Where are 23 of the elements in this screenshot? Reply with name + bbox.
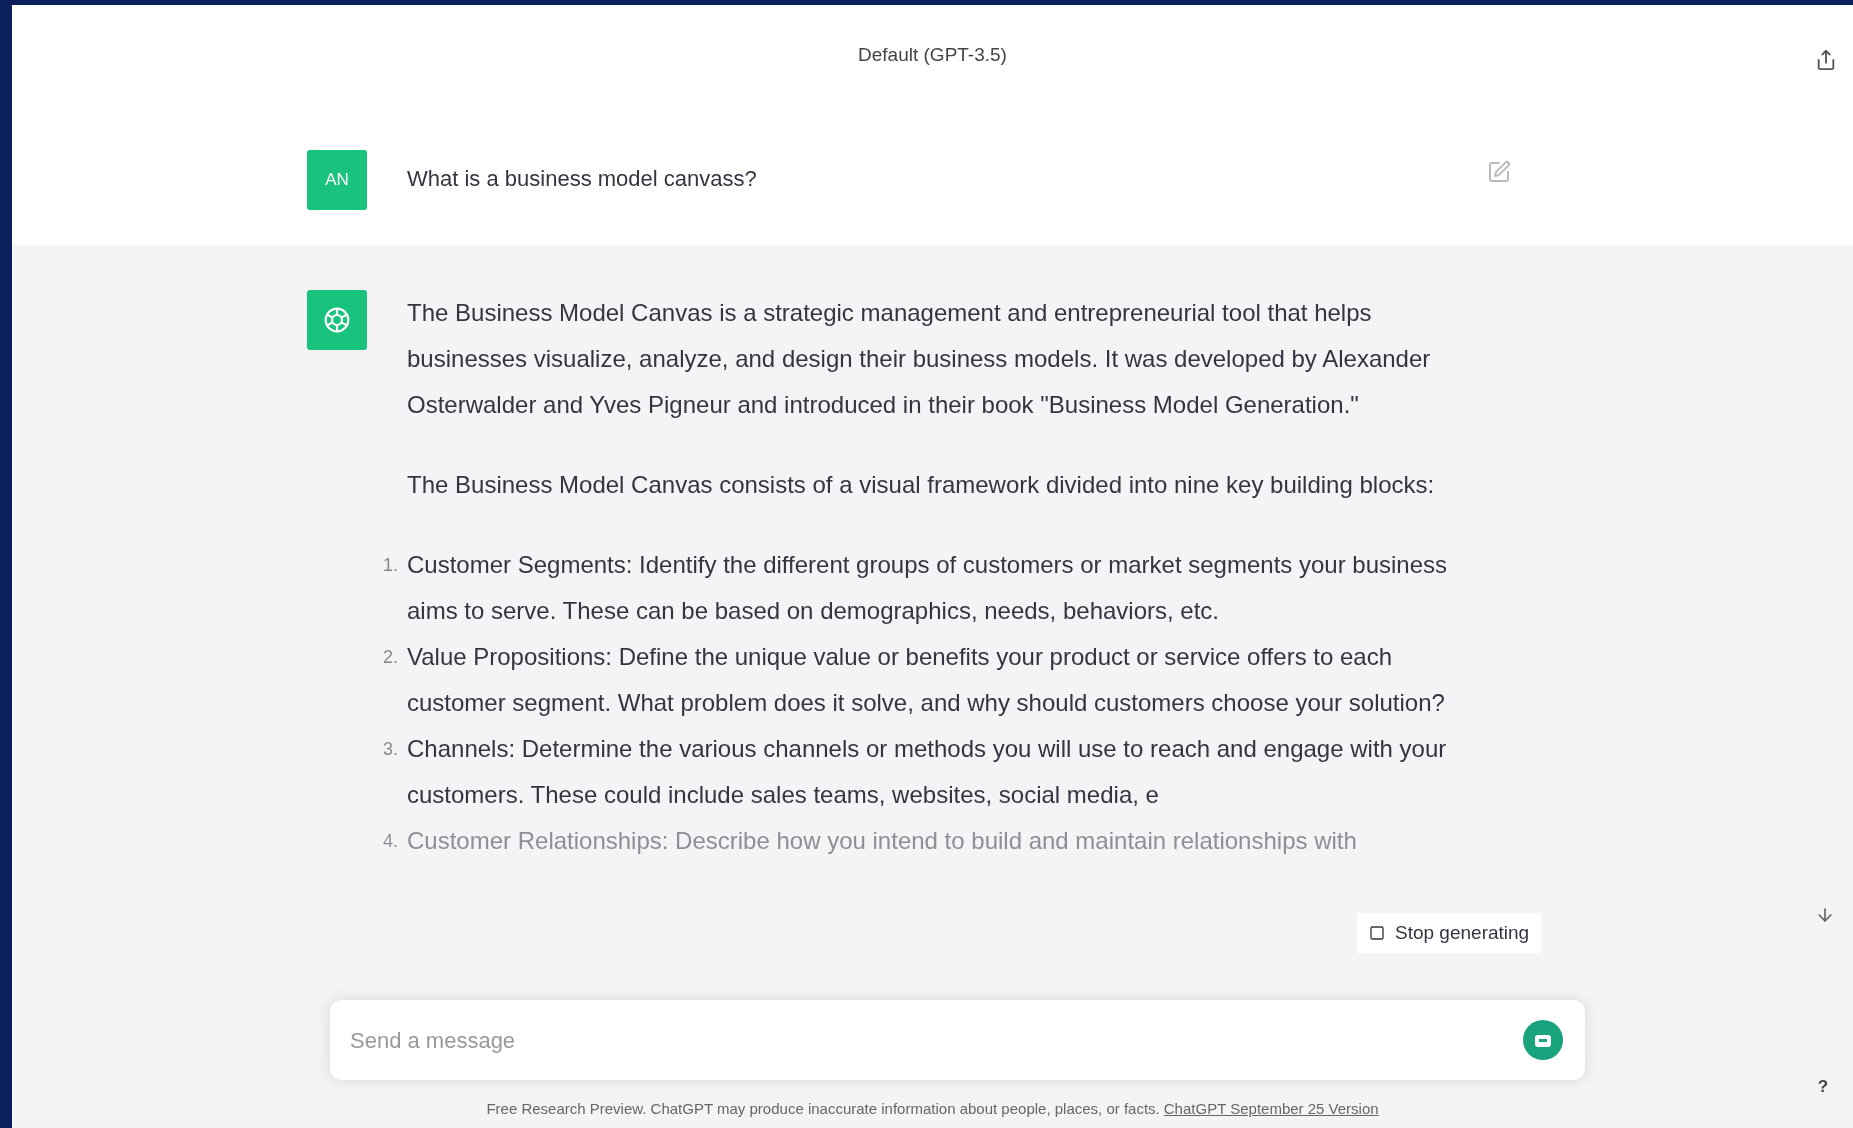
list-item-text: Customer Relationships: Describe how you intend to build and maintain relationships with [407, 826, 1358, 856]
response-paragraph: The Business Model Canvas is a strategic management and entrepreneurial tool that helps businesses visualize, analyze, and design their business models. It was developed by Alexander Osterwalder and Yves Pigneur and introduced in their book "Business Model Generation." [407, 298, 1432, 420]
list-number: 1. [383, 554, 397, 577]
edit-icon [1487, 160, 1511, 184]
list-item-text: Customer Segments: Identify the different groups of customers or market segments your business aims to serve. These can be based on demographics, needs, behaviors, etc. [407, 550, 1449, 626]
stop-generating-button[interactable]: Stop generating [1357, 913, 1542, 953]
user-avatar: AN [307, 150, 367, 210]
response-paragraph: The Business Model Canvas consists of a visual framework divided into nine key building blocks: [407, 470, 1436, 500]
help-button[interactable]: ? [1811, 1074, 1835, 1098]
message-field[interactable]: Send a message [350, 1023, 1523, 1057]
list-number: 3. [383, 738, 397, 761]
version-link[interactable]: ChatGPT September 25 Version [1163, 1097, 1379, 1120]
list-item-text: Channels: Determine the various channels or methods you will use to reach and engage with your customers. These could include sales teams, websites, social media, e [407, 734, 1448, 810]
user-message: What is a business model canvass? [407, 165, 758, 193]
stop-icon [1369, 925, 1385, 941]
model-title: Default (GPT-3.5) [858, 42, 1007, 67]
share-icon [1815, 49, 1837, 71]
send-button[interactable] [1523, 1020, 1563, 1060]
list-item-text: Value Propositions: Define the unique value or benefits your product or service offers to each customer segment. What problem does it solve, and why should customers choose your solution? [407, 642, 1446, 718]
composer-field[interactable]: Send a message [330, 1000, 1585, 1080]
list-number: 4. [383, 830, 397, 853]
list-number: 2. [383, 646, 397, 669]
disclaimer-text: Free Research Preview. ChatGPT may produce inaccurate information about people, places, or facts. [486, 1098, 1160, 1119]
